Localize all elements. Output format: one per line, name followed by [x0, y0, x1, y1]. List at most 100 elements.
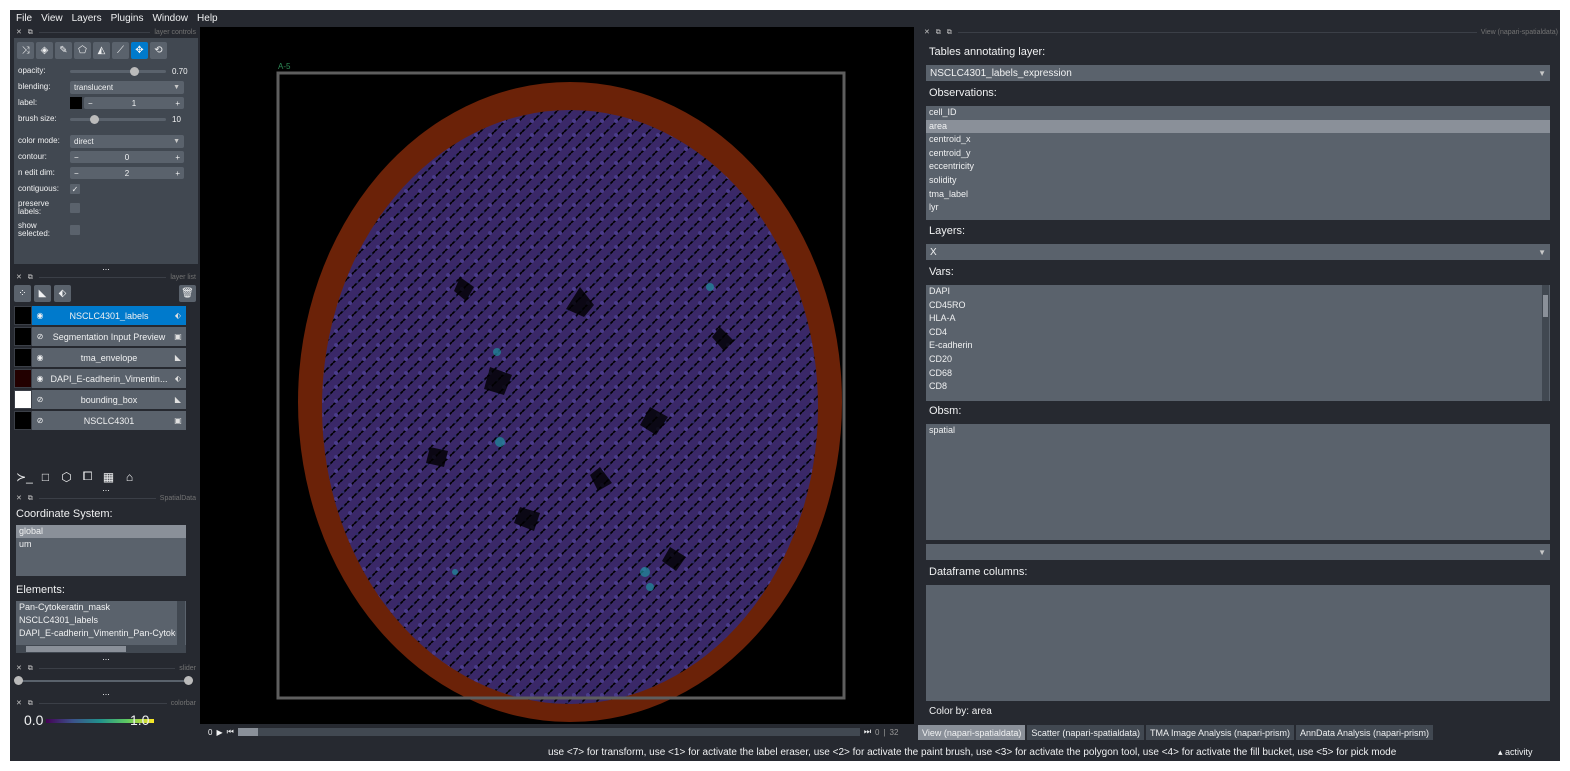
blending-select[interactable]: translucent ▼ — [70, 80, 184, 94]
dataframe-select[interactable]: ▼ — [926, 544, 1550, 560]
contour-spinbox[interactable]: − 0 + — [70, 151, 184, 163]
step-back-icon[interactable]: ⏮ — [227, 727, 234, 737]
layer-row[interactable]: ⊘ bounding_box ◣ — [14, 390, 186, 409]
layer-row[interactable]: ⊘ Segmentation Input Preview ▣ — [14, 327, 186, 346]
ndisplay-icon[interactable]: □ — [37, 468, 54, 485]
menu-window[interactable]: Window — [152, 13, 188, 24]
list-item[interactable]: E-cadherin — [926, 339, 1550, 353]
layer-row[interactable]: ◉ DAPI_E-cadherin_Vimentin... ⬖ — [14, 369, 186, 388]
label-color-swatch[interactable] — [70, 97, 82, 109]
viewer-canvas[interactable]: A-5 — [200, 27, 914, 724]
pan-zoom-icon[interactable]: ✥ — [131, 42, 148, 59]
list-item[interactable]: Pan-Cytokeratin_mask — [16, 601, 176, 614]
step-forward-icon[interactable]: ⏭ — [864, 727, 871, 737]
range-slider-min-thumb[interactable] — [14, 676, 23, 685]
new-labels-icon[interactable]: ⬖ — [54, 285, 71, 302]
list-item[interactable]: CD45RO — [926, 299, 1550, 313]
list-item[interactable]: spatial — [926, 424, 1550, 438]
preserve-labels-checkbox[interactable] — [70, 203, 80, 213]
activity-button[interactable]: ▴ activity — [1498, 747, 1533, 758]
color-mode-select[interactable]: direct ▼ — [70, 134, 184, 148]
obsm-list[interactable]: spatial — [926, 424, 1550, 540]
dataframe-columns-list[interactable] — [926, 585, 1550, 701]
list-item[interactable]: cell_ID — [926, 106, 1550, 120]
list-item[interactable]: um — [16, 538, 186, 551]
menu-file[interactable]: File — [16, 13, 32, 24]
list-item[interactable]: DAPI_E-cadherin_Vimentin_Pan-Cytoke — [16, 627, 176, 640]
menu-layers[interactable]: Layers — [72, 13, 102, 24]
list-item[interactable]: global — [16, 525, 186, 538]
polygon-icon[interactable]: ⬠ — [74, 42, 91, 59]
list-item[interactable]: CD8 — [926, 380, 1550, 394]
home-icon[interactable]: ⌂ — [121, 468, 138, 485]
dims-slider-thumb[interactable] — [237, 728, 258, 736]
eye-icon[interactable]: ◉ — [32, 353, 48, 362]
dock-handle[interactable]: ... — [14, 263, 198, 272]
list-item[interactable]: lyr — [926, 201, 1550, 215]
eraser-icon[interactable]: ◈ — [36, 42, 53, 59]
layers-select[interactable]: X ▼ — [926, 244, 1550, 260]
list-item[interactable]: DAPI — [926, 285, 1550, 299]
scrollbar[interactable] — [177, 601, 185, 645]
observations-list[interactable]: cell_ID area centroid_x centroid_y eccen… — [926, 106, 1550, 220]
layer-row[interactable]: ◉ NSCLC4301_labels ⬖ — [14, 306, 186, 325]
elements-list[interactable]: Pan-Cytokeratin_mask NSCLC4301_labels DA… — [16, 601, 186, 653]
plus-icon[interactable]: + — [175, 169, 180, 178]
range-slider[interactable] — [16, 680, 188, 682]
layer-row[interactable]: ◉ tma_envelope ◣ — [14, 348, 186, 367]
range-slider-max-thumb[interactable] — [184, 676, 193, 685]
tab-scatter-spatialdata[interactable]: Scatter (napari-spatialdata) — [1027, 725, 1144, 740]
menu-help[interactable]: Help — [197, 13, 218, 24]
list-item[interactable]: CD68 — [926, 367, 1550, 381]
new-points-icon[interactable]: ⁘ — [14, 285, 31, 302]
show-selected-checkbox[interactable] — [70, 225, 80, 235]
delete-layer-icon[interactable]: 🗑 — [179, 285, 196, 302]
layer-row[interactable]: ⊘ NSCLC4301 ▣ — [14, 411, 186, 430]
fill-bucket-icon[interactable]: ◭ — [93, 42, 110, 59]
dock-buttons-icon[interactable]: ✕ ⧉ — [16, 664, 35, 673]
list-item[interactable]: centroid_x — [926, 133, 1550, 147]
eye-off-icon[interactable]: ⊘ — [32, 416, 48, 425]
dims-slider[interactable] — [237, 728, 860, 736]
list-item[interactable]: HLA-A — [926, 312, 1550, 326]
list-item[interactable]: tma_label — [926, 188, 1550, 202]
list-item[interactable]: CD4 — [926, 326, 1550, 340]
new-shapes-icon[interactable]: ◣ — [34, 285, 51, 302]
eye-icon[interactable]: ◉ — [32, 374, 48, 383]
dock-buttons-icon[interactable]: ✕ ⧉ ⧉ — [924, 28, 954, 37]
minus-icon[interactable]: − — [74, 169, 79, 178]
tab-view-spatialdata[interactable]: View (napari-spatialdata) — [918, 725, 1026, 740]
eye-off-icon[interactable]: ⊘ — [32, 395, 48, 404]
list-item[interactable]: NSCLC4301_labels — [16, 614, 176, 627]
play-icon[interactable]: ▶ — [216, 728, 222, 737]
menu-plugins[interactable]: Plugins — [111, 13, 144, 24]
n-edit-dim-spinbox[interactable]: − 2 + — [70, 167, 184, 179]
list-item[interactable]: CD20 — [926, 353, 1550, 367]
list-item[interactable]: area — [926, 119, 1550, 134]
scrollbar[interactable] — [1542, 285, 1549, 401]
contiguous-checkbox[interactable]: ✓ — [70, 184, 80, 194]
plus-icon[interactable]: + — [175, 99, 180, 108]
dock-handle[interactable]: ... — [14, 484, 198, 493]
vars-list[interactable]: DAPI CD45RO HLA-A CD4 E-cadherin CD20 CD… — [926, 285, 1550, 401]
plus-icon[interactable]: + — [175, 153, 180, 162]
dock-buttons-icon[interactable]: ✕ ⧉ — [16, 494, 35, 503]
brush-size-slider-thumb[interactable] — [90, 114, 99, 124]
list-item[interactable]: eccentricity — [926, 160, 1550, 174]
brush-size-slider[interactable] — [70, 114, 166, 124]
list-item[interactable]: solidity — [926, 174, 1550, 188]
scrollbar-thumb[interactable] — [1543, 295, 1548, 317]
minus-icon[interactable]: − — [74, 153, 79, 162]
scrollbar[interactable] — [16, 645, 186, 653]
minus-icon[interactable]: − — [88, 99, 93, 108]
table-select[interactable]: NSCLC4301_labels_expression ▼ — [926, 65, 1550, 81]
paint-brush-icon[interactable]: ✎ — [55, 42, 72, 59]
dock-handle[interactable]: ... — [14, 653, 198, 663]
opacity-slider-thumb[interactable] — [130, 66, 139, 76]
eye-icon[interactable]: ◉ — [32, 311, 48, 320]
dock-handle[interactable]: ... — [14, 688, 198, 698]
scrollbar-thumb[interactable] — [26, 646, 126, 652]
roll-icon[interactable]: ⬡ — [58, 468, 75, 485]
dock-buttons-icon[interactable]: ✕ ⧉ — [16, 28, 35, 37]
label-spinbox[interactable]: − 1 + — [84, 97, 184, 109]
